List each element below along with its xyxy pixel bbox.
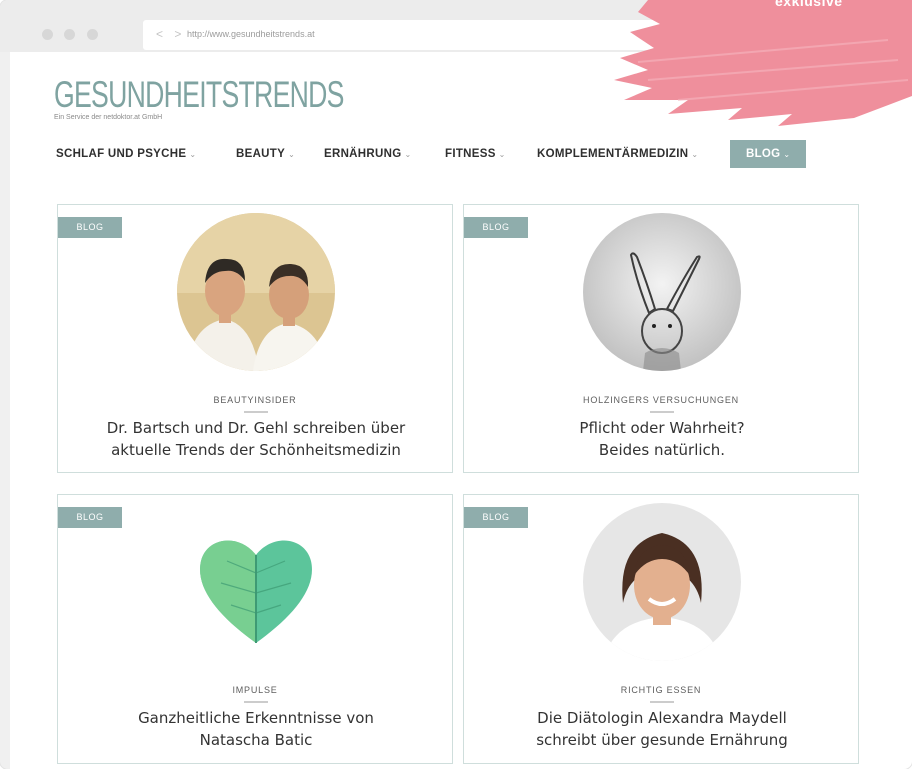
card-category: HOLZINGERS VERSUCHUNGEN: [583, 395, 739, 405]
site-logo[interactable]: GESUNDHEITSTRENDS: [54, 76, 344, 113]
rabbit-illustration-image: [583, 213, 741, 371]
woman-portrait-image: [583, 503, 741, 661]
chevron-down-icon: ⌄: [691, 150, 699, 159]
window-close-dot[interactable]: [42, 29, 53, 40]
chevron-down-icon: ⌄: [189, 150, 197, 159]
category-divider: [244, 411, 268, 413]
chevron-down-icon: ⌄: [288, 150, 296, 159]
blog-card-beautyinsider[interactable]: BLOG BEAUTYINSIDER Dr. Bartsch und Dr. G…: [57, 204, 453, 473]
card-title[interactable]: Die Diätologin Alexandra Maydell schreib…: [474, 707, 850, 751]
nav-item-komplementaermedizin[interactable]: KOMPLEMENTÄRMEDIZIN ⌄: [537, 140, 698, 168]
browser-window: < > http://www.gesundheitstrends.at GESU…: [0, 0, 912, 769]
blog-card-impulse[interactable]: BLOG IMPULSE Ganzheitliche Erkenntnisse …: [57, 494, 453, 764]
category-divider: [244, 701, 268, 703]
address-bar[interactable]: < > http://www.gesundheitstrends.at: [143, 20, 912, 50]
blog-badge: BLOG: [58, 217, 122, 238]
category-divider: [650, 701, 674, 703]
nav-item-blog[interactable]: BLOG ⌄: [730, 140, 807, 168]
exklusive-label: exklusive: [775, 0, 843, 9]
chevron-down-icon: ⌄: [783, 150, 791, 159]
blog-card-holzingers-versuchungen[interactable]: BLOG HOLZINGERS VERSUCHUNGEN Pflicht ode…: [463, 204, 859, 473]
card-title[interactable]: Dr. Bartsch und Dr. Gehl schreiben über …: [68, 417, 444, 461]
card-title[interactable]: Pflicht oder Wahrheit? Beides natürlich.: [474, 417, 850, 461]
back-forward-icon[interactable]: < >: [156, 27, 185, 41]
nav-item-schlaf-und-psyche[interactable]: SCHLAF UND PSYCHE ⌄: [56, 140, 196, 168]
page-content: GESUNDHEITSTRENDS Ein Service der netdok…: [10, 52, 912, 769]
blog-badge: BLOG: [464, 507, 528, 528]
blog-card-richtig-essen[interactable]: BLOG RICHTIG ESSEN Die Diätologin Alexan…: [463, 494, 859, 764]
card-category: BEAUTYINSIDER: [213, 395, 297, 405]
nav-item-beauty[interactable]: BEAUTY ⌄: [236, 140, 295, 168]
chevron-down-icon: ⌄: [404, 150, 412, 159]
card-category: RICHTIG ESSEN: [620, 685, 702, 695]
leaf-heart-image: [177, 503, 335, 661]
window-maximize-dot[interactable]: [87, 29, 98, 40]
nav-item-fitness[interactable]: FITNESS ⌄: [445, 140, 506, 168]
chevron-down-icon: ⌄: [498, 150, 506, 159]
blog-badge: BLOG: [58, 507, 122, 528]
card-category: IMPULSE: [232, 685, 278, 695]
blog-badge: BLOG: [464, 217, 528, 238]
two-men-portrait-image: [177, 213, 335, 371]
address-url[interactable]: http://www.gesundheitstrends.at: [187, 29, 315, 39]
category-divider: [650, 411, 674, 413]
card-title[interactable]: Ganzheitliche Erkenntnisse von Natascha …: [68, 707, 444, 751]
window-minimize-dot[interactable]: [64, 29, 75, 40]
nav-item-ernaehrung[interactable]: ERNÄHRUNG ⌄: [324, 140, 411, 168]
site-tagline: Ein Service der netdoktor.at GmbH: [54, 114, 163, 121]
